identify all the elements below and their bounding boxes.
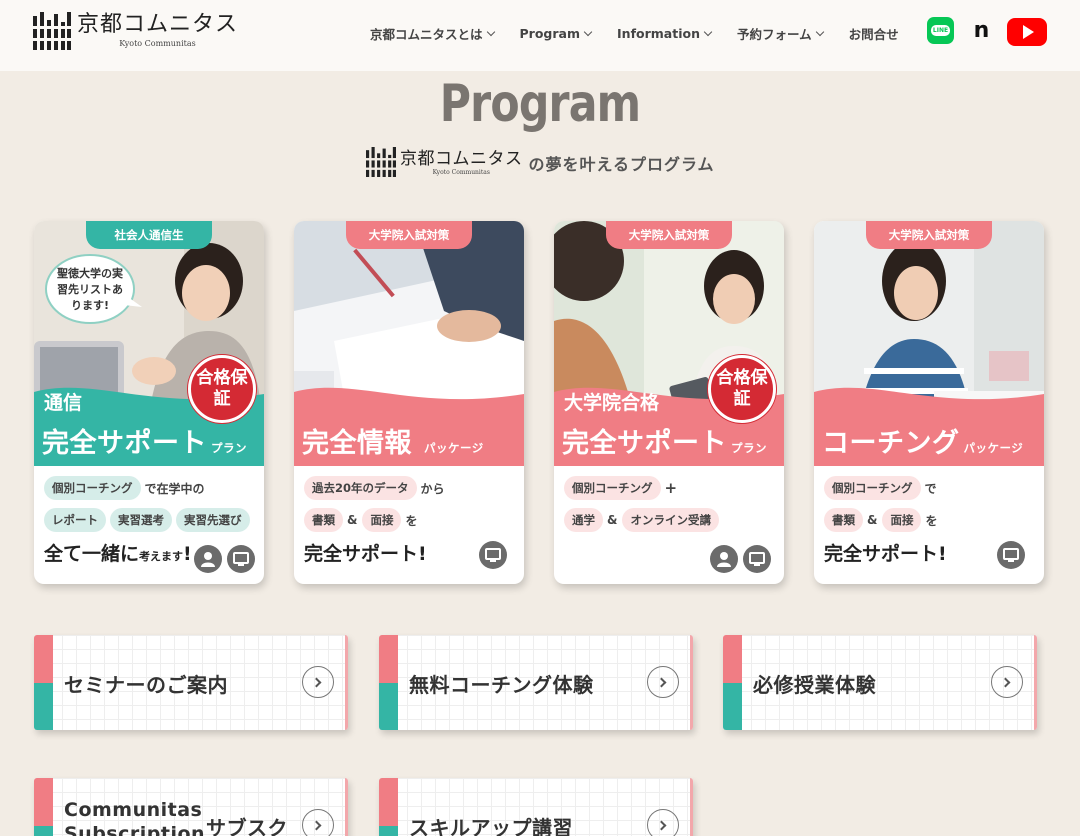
- online-monitor-icon: [227, 545, 255, 573]
- card-tagline: 全て一緒に考えます!: [44, 542, 192, 565]
- card-title-band: 完全情報 パッケージ: [294, 387, 524, 466]
- link-required-class[interactable]: 必修授業体験: [723, 635, 1037, 730]
- subtitle-logo-sub: Kyoto Communitas: [432, 168, 490, 176]
- card-tag: 大学院入試対策: [866, 221, 992, 249]
- main-nav: 京都コムニタスとは Program Information 予約フォーム お問合…: [370, 24, 899, 43]
- logo-mark-icon: [366, 147, 396, 177]
- site-header: 京都コムニタス Kyoto Communitas 京都コムニタスとは Progr…: [0, 0, 1080, 71]
- online-monitor-icon: [479, 541, 507, 569]
- in-person-icon: [194, 545, 222, 573]
- link-label: 無料コーチング体験: [409, 673, 594, 697]
- logo-name: 京都コムニタス: [77, 12, 239, 37]
- chevron-right-icon: [302, 666, 334, 698]
- program-card-coaching-package[interactable]: 大学院入試対策 コーチング パッケージ 個別コーチングで 書類 & 面接を 完全サポー…: [814, 221, 1044, 584]
- nav-item-about[interactable]: 京都コムニタスとは: [370, 24, 495, 43]
- card-tagline: 完全サポート!: [824, 542, 947, 565]
- link-label: 必修授業体験: [753, 673, 876, 697]
- card-tag: 社会人通信生: [86, 221, 212, 249]
- online-monitor-icon: [997, 541, 1025, 569]
- nav-item-information[interactable]: Information: [617, 26, 713, 41]
- link-label: Communitas Subscription: [64, 799, 206, 836]
- in-person-icon: [710, 545, 738, 573]
- chevron-right-icon: [647, 666, 679, 698]
- feature-pill: 通学: [564, 508, 603, 532]
- line-icon[interactable]: LINE: [927, 17, 954, 44]
- logo-sub: Kyoto Communitas: [119, 39, 196, 48]
- guarantee-badge: 合格保証: [708, 355, 776, 423]
- note-icon[interactable]: n: [968, 17, 995, 44]
- link-free-coaching[interactable]: 無料コーチング体験: [379, 635, 693, 730]
- card-title-band: コーチング パッケージ: [814, 387, 1044, 466]
- feature-pill: 実習先選び: [176, 508, 250, 532]
- subtitle-text: の夢を叶えるプログラム: [528, 155, 715, 174]
- nav-item-program[interactable]: Program: [520, 26, 593, 41]
- feature-pill: 個別コーチング: [44, 476, 141, 500]
- chevron-down-icon: [815, 27, 824, 36]
- chevron-right-icon: [991, 666, 1023, 698]
- chevron-right-icon: [302, 809, 334, 836]
- program-card-correspondence[interactable]: 聖徳大学の実習先リストあります! 社会人通信生 合格保証 通信 完全サポート プラ…: [34, 221, 264, 584]
- card-title: 完全サポート プラン: [562, 428, 767, 459]
- link-label: セミナーのご案内: [64, 673, 228, 697]
- feature-pill: オンライン受講: [622, 508, 719, 532]
- link-skill-up[interactable]: スキルアップ講習: [379, 778, 693, 836]
- card-tag: 大学院入試対策: [606, 221, 732, 249]
- feature-pill: 個別コーチング: [824, 476, 921, 500]
- page-title: Program: [439, 74, 641, 134]
- card-title-pre: 通信: [44, 392, 83, 414]
- card-title: 完全情報 パッケージ: [302, 428, 484, 459]
- feature-pill: 書類: [304, 508, 343, 532]
- guarantee-badge: 合格保証: [188, 355, 256, 423]
- link-label: スキルアップ講習: [409, 816, 573, 836]
- program-card-info-package[interactable]: 大学院入試対策 完全情報 パッケージ 過去20年のデータ から 書類 & 面接を 完全サ…: [294, 221, 524, 584]
- logo-mark-icon: [33, 12, 71, 50]
- feature-pill: 実習選考: [110, 508, 172, 532]
- chevron-right-icon: [647, 809, 679, 836]
- nav-item-contact[interactable]: お問合せ: [849, 24, 899, 43]
- link-subscription[interactable]: Communitas Subscription サブスク: [34, 778, 348, 836]
- site-logo[interactable]: 京都コムニタス Kyoto Communitas: [33, 12, 238, 50]
- feature-pill: 面接: [882, 508, 922, 532]
- speech-bubble-text: 聖徳大学の実習先リストあります!: [57, 267, 123, 312]
- feature-pill: レポート: [44, 508, 106, 532]
- link-seminar[interactable]: セミナーのご案内: [34, 635, 348, 730]
- card-title: 完全サポート プラン: [42, 428, 247, 459]
- chevron-down-icon: [703, 27, 713, 36]
- card-tagline: 完全サポート!: [304, 542, 427, 565]
- youtube-icon[interactable]: [1007, 18, 1047, 46]
- feature-pill: 面接: [362, 508, 402, 532]
- feature-pill: 個別コーチング: [564, 476, 661, 500]
- card-title-pre: 大学院合格: [564, 392, 660, 414]
- card-title: コーチング パッケージ: [822, 428, 1024, 459]
- chevron-down-icon: [583, 27, 593, 36]
- link-label-side: サブスク: [206, 816, 288, 836]
- nav-item-reservation[interactable]: 予約フォーム: [737, 24, 824, 43]
- feature-pill: 過去20年のデータ: [304, 476, 417, 500]
- card-tag: 大学院入試対策: [346, 221, 472, 249]
- page-subtitle: 京都コムニタス Kyoto Communitas の夢を叶えるプログラム: [366, 147, 715, 177]
- online-monitor-icon: [743, 545, 771, 573]
- chevron-down-icon: [486, 27, 495, 36]
- subtitle-logo-name: 京都コムニタス: [400, 148, 523, 169]
- feature-pill: 書類: [824, 508, 863, 532]
- program-card-grad-support[interactable]: 大学院入試対策 合格保証 大学院合格 完全サポート プラン 個別コーチング + 通学…: [554, 221, 784, 584]
